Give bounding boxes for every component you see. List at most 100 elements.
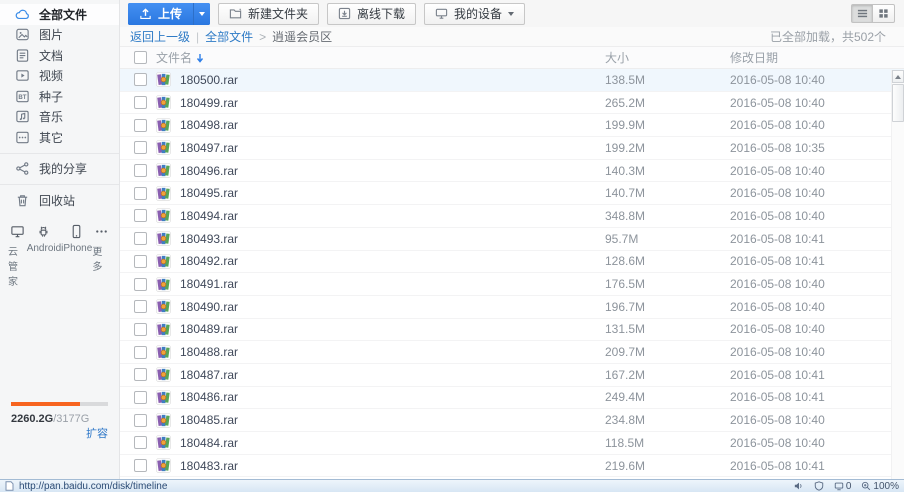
- row-checkbox[interactable]: [134, 300, 147, 314]
- file-name-link[interactable]: 180498.rar: [180, 118, 238, 132]
- table-row[interactable]: 180500.rar 138.5M 2016-05-08 10:40: [120, 69, 904, 92]
- file-name-link[interactable]: 180486.rar: [180, 390, 238, 404]
- file-name-link[interactable]: 180495.rar: [180, 186, 238, 200]
- arrow-up-icon: [895, 74, 901, 79]
- row-checkbox[interactable]: [134, 254, 147, 268]
- file-name-link[interactable]: 180500.rar: [180, 73, 238, 87]
- zoom-control[interactable]: 100%: [861, 481, 899, 492]
- row-checkbox[interactable]: [134, 345, 147, 359]
- status-url-text: http://pan.baidu.com/disk/timeline: [19, 480, 168, 492]
- row-checkbox[interactable]: [134, 73, 147, 87]
- file-name-link[interactable]: 180493.rar: [180, 232, 238, 246]
- select-all-checkbox[interactable]: [134, 51, 147, 64]
- magnifier-icon: [862, 481, 871, 491]
- sidebar-item-documents[interactable]: 文档: [0, 45, 119, 66]
- sidebar-item-music[interactable]: 音乐: [0, 107, 119, 128]
- row-checkbox[interactable]: [134, 209, 147, 223]
- file-name-link[interactable]: 180499.rar: [180, 96, 238, 110]
- row-checkbox[interactable]: [134, 368, 147, 382]
- rar-file-icon: [156, 95, 171, 110]
- row-checkbox[interactable]: [134, 141, 147, 155]
- list-view-button[interactable]: [851, 4, 873, 23]
- table-row[interactable]: 180497.rar 199.2M 2016-05-08 10:35: [120, 137, 904, 160]
- table-row[interactable]: 180488.rar 209.7M 2016-05-08 10:40: [120, 341, 904, 364]
- sidebar-item-recycle-bin[interactable]: 回收站: [0, 190, 119, 211]
- table-row[interactable]: 180487.rar 167.2M 2016-05-08 10:41: [120, 364, 904, 387]
- row-checkbox[interactable]: [134, 390, 147, 404]
- table-row[interactable]: 180494.rar 348.8M 2016-05-08 10:40: [120, 205, 904, 228]
- row-checkbox[interactable]: [134, 118, 147, 132]
- file-name-link[interactable]: 180496.rar: [180, 164, 238, 178]
- table-row[interactable]: 180485.rar 234.8M 2016-05-08 10:40: [120, 409, 904, 432]
- table-row[interactable]: 180484.rar 118.5M 2016-05-08 10:40: [120, 432, 904, 455]
- file-name-link[interactable]: 180489.rar: [180, 322, 238, 336]
- file-name-link[interactable]: 180492.rar: [180, 254, 238, 268]
- popup-blocker-indicator[interactable]: 0: [834, 481, 851, 492]
- file-name-link[interactable]: 180483.rar: [180, 459, 238, 473]
- table-row[interactable]: 180489.rar 131.5M 2016-05-08 10:40: [120, 319, 904, 342]
- column-header-size[interactable]: 大小: [605, 49, 730, 66]
- scrollbar-thumb[interactable]: [892, 84, 904, 122]
- back-link[interactable]: 返回上一级: [130, 28, 190, 45]
- security-shield-icon[interactable]: [814, 481, 824, 491]
- expand-storage-link[interactable]: 扩容: [86, 425, 108, 441]
- table-row[interactable]: 180483.rar 219.6M 2016-05-08 10:41: [120, 455, 904, 478]
- file-name-link[interactable]: 180494.rar: [180, 209, 238, 223]
- table-row[interactable]: 180492.rar 128.6M 2016-05-08 10:41: [120, 251, 904, 274]
- scroll-up-button[interactable]: [892, 70, 904, 83]
- upload-dropdown-button[interactable]: [193, 2, 211, 25]
- sidebar-item-videos[interactable]: 视频: [0, 66, 119, 87]
- sidebar: 全部文件 图片 文档 视频 BT 种子 音乐 其它 我的分享 回收站 云管家 A…: [0, 0, 120, 479]
- file-name-link[interactable]: 180490.rar: [180, 300, 238, 314]
- table-row[interactable]: 180490.rar 196.7M 2016-05-08 10:40: [120, 296, 904, 319]
- more-button[interactable]: 更多: [92, 224, 111, 288]
- sidebar-item-all-files[interactable]: 全部文件: [0, 4, 119, 25]
- zoom-level: 100%: [873, 480, 899, 492]
- table-row[interactable]: 180493.rar 95.7M 2016-05-08 10:41: [120, 228, 904, 251]
- row-checkbox[interactable]: [134, 232, 147, 246]
- rar-file-icon: [156, 299, 171, 315]
- row-checkbox[interactable]: [134, 459, 147, 473]
- row-checkbox[interactable]: [134, 164, 147, 178]
- rar-file-icon: [156, 412, 171, 428]
- my-device-button[interactable]: 我的设备: [424, 2, 526, 25]
- file-name-link[interactable]: 180497.rar: [180, 141, 238, 155]
- table-row[interactable]: 180498.rar 199.9M 2016-05-08 10:40: [120, 114, 904, 138]
- row-checkbox[interactable]: [134, 96, 147, 110]
- row-checkbox[interactable]: [134, 322, 147, 336]
- table-row[interactable]: 180495.rar 140.7M 2016-05-08 10:40: [120, 182, 904, 206]
- upload-button[interactable]: 上传: [128, 2, 194, 25]
- file-name-link[interactable]: 180485.rar: [180, 413, 238, 427]
- sidebar-item-others[interactable]: 其它: [0, 127, 119, 148]
- list-scrollbar[interactable]: [891, 70, 904, 479]
- speaker-icon[interactable]: [794, 481, 804, 491]
- iphone-button[interactable]: iPhone: [61, 224, 92, 288]
- table-row[interactable]: 180496.rar 140.3M 2016-05-08 10:40: [120, 160, 904, 183]
- row-checkbox[interactable]: [134, 186, 147, 200]
- column-header-filename[interactable]: 文件名: [156, 49, 192, 66]
- table-row[interactable]: 180486.rar 249.4M 2016-05-08 10:41: [120, 387, 904, 410]
- rar-file-icon: [156, 344, 171, 360]
- sort-desc-icon[interactable]: [196, 53, 204, 63]
- grid-view-button[interactable]: [873, 4, 895, 23]
- file-name-link[interactable]: 180491.rar: [180, 277, 238, 291]
- table-row[interactable]: 180491.rar 176.5M 2016-05-08 10:40: [120, 273, 904, 296]
- sidebar-item-pictures[interactable]: 图片: [0, 25, 119, 46]
- new-folder-button[interactable]: 新建文件夹: [218, 2, 320, 25]
- android-button[interactable]: Android: [27, 224, 61, 288]
- row-checkbox[interactable]: [134, 277, 147, 291]
- my-device-label: 我的设备: [454, 7, 503, 21]
- breadcrumb-root-link[interactable]: 全部文件: [205, 28, 253, 45]
- offline-download-button[interactable]: 离线下载: [327, 2, 417, 25]
- file-name-link[interactable]: 180488.rar: [180, 345, 238, 359]
- sidebar-item-my-shares[interactable]: 我的分享: [0, 159, 119, 180]
- file-name-link[interactable]: 180487.rar: [180, 368, 238, 382]
- row-checkbox[interactable]: [134, 436, 147, 450]
- file-name-link[interactable]: 180484.rar: [180, 436, 238, 450]
- sidebar-item-torrents[interactable]: BT 种子: [0, 86, 119, 107]
- column-header-date[interactable]: 修改日期: [730, 49, 890, 66]
- sidebar-item-label: 全部文件: [39, 7, 88, 22]
- table-row[interactable]: 180499.rar 265.2M 2016-05-08 10:40: [120, 92, 904, 115]
- cloud-manager-button[interactable]: 云管家: [8, 224, 27, 288]
- row-checkbox[interactable]: [134, 413, 147, 427]
